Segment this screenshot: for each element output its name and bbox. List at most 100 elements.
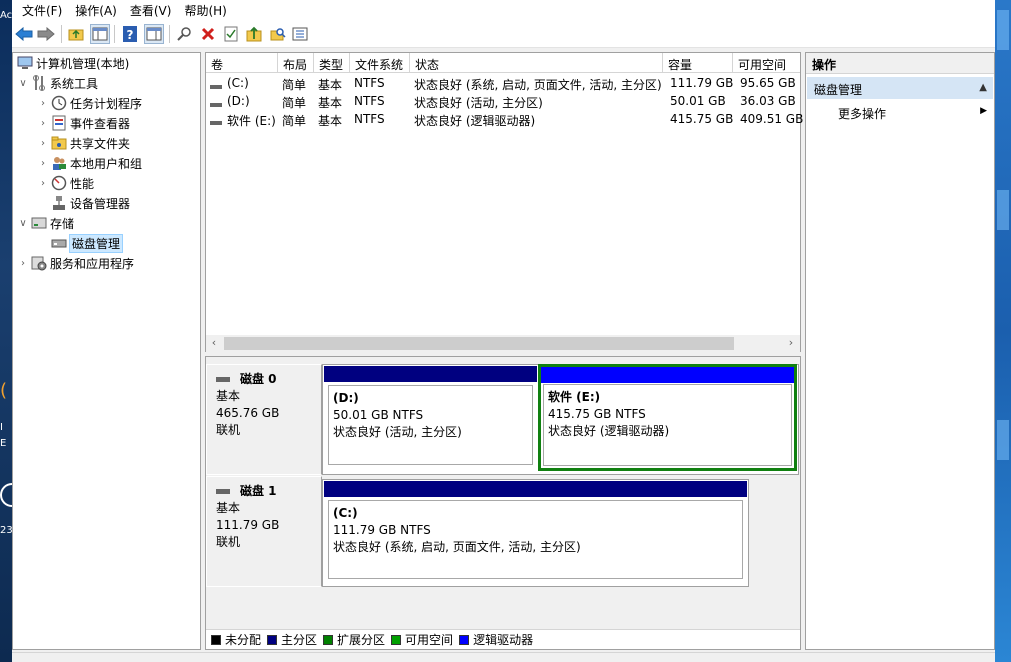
volume-capacity: 415.75 GB	[670, 112, 734, 126]
desktop-text-fragment: 23	[0, 525, 13, 536]
disk-1-label[interactable]: 磁盘 1 基本 111.79 GB 联机	[206, 476, 322, 587]
volume-layout: 简单	[282, 96, 307, 110]
list-view-icon	[292, 27, 308, 41]
forward-button[interactable]	[36, 24, 56, 44]
menu-action[interactable]: 操作(A)	[65, 0, 117, 20]
tree-item-root[interactable]: 计算机管理(本地)	[15, 53, 129, 73]
chevron-right-icon[interactable]: ›	[37, 158, 49, 169]
up-level-button[interactable]	[66, 24, 86, 44]
menu-view[interactable]: 查看(V)	[120, 0, 172, 20]
legend-swatch	[459, 634, 470, 645]
tree-item-local-users[interactable]: › 本地用户和组	[37, 153, 142, 173]
tree-label: 本地用户和组	[70, 156, 143, 171]
column-header-volume[interactable]: 卷	[206, 53, 278, 73]
disk-name: 磁盘 1	[240, 484, 277, 498]
tree-label: 性能	[70, 176, 95, 191]
volume-type: 基本	[318, 114, 343, 128]
show-hide-action-pane-button[interactable]	[144, 24, 164, 44]
partition-size: 415.75 GB NTFS	[548, 407, 646, 421]
partition-name: (C:)	[333, 506, 358, 520]
back-button[interactable]	[14, 24, 34, 44]
legend-swatch	[391, 634, 402, 645]
tree-item-disk-management[interactable]: 磁盘管理	[49, 233, 124, 253]
desktop-left-edge: Ac ( I E 23	[0, 0, 13, 662]
volume-list-header: 卷 布局 类型 文件系统 状态 容量 可用空间	[206, 53, 800, 73]
menu-help[interactable]: 帮助(H)	[174, 0, 226, 20]
properties-button[interactable]	[221, 24, 241, 44]
tree-item-services-apps[interactable]: › 服务和应用程序	[17, 253, 134, 273]
chevron-right-icon[interactable]: ›	[37, 98, 49, 109]
column-header-type[interactable]: 类型	[314, 53, 350, 73]
partition-c[interactable]: (C:) 111.79 GB NTFS 状态良好 (系统, 启动, 页面文件, …	[324, 481, 747, 583]
scroll-right-icon[interactable]: ›	[783, 336, 799, 349]
volume-type: 基本	[318, 78, 343, 92]
search-button[interactable]	[268, 24, 288, 44]
tools-icon	[31, 75, 47, 91]
export-list-button[interactable]	[290, 24, 310, 44]
column-header-capacity[interactable]: 容量	[663, 53, 733, 73]
disk-0-label[interactable]: 磁盘 0 基本 465.76 GB 联机	[206, 364, 322, 475]
tree-item-performance[interactable]: › 性能	[37, 173, 94, 193]
chevron-right-icon[interactable]: ›	[37, 118, 49, 129]
actions-section-disk-management[interactable]: 磁盘管理 ▲	[807, 77, 993, 99]
chevron-down-icon[interactable]: ∨	[17, 218, 29, 229]
horizontal-scrollbar[interactable]: ‹ ›	[206, 335, 800, 352]
tree-item-task-scheduler[interactable]: › 任务计划程序	[37, 93, 142, 113]
volume-layout: 简单	[282, 78, 307, 92]
services-icon	[31, 255, 47, 271]
column-header-status[interactable]: 状态	[410, 53, 663, 73]
more-actions-item[interactable]: 更多操作 ▶	[807, 101, 993, 123]
menu-file[interactable]: 文件(F)	[12, 0, 62, 20]
volume-icon	[210, 79, 222, 93]
column-header-filesystem[interactable]: 文件系统	[350, 53, 410, 73]
table-row[interactable]: 软件 (E:) 简单 基本 NTFS 状态良好 (逻辑驱动器) 415.75 G…	[206, 110, 803, 128]
column-header-layout[interactable]: 布局	[278, 53, 314, 73]
disk-size: 111.79 GB	[216, 518, 280, 532]
tree-item-device-manager[interactable]: 设备管理器	[49, 193, 130, 213]
magnifier-icon	[177, 27, 191, 41]
tree-item-storage[interactable]: ∨ 存储	[17, 213, 74, 233]
delete-button[interactable]	[198, 24, 218, 44]
chevron-right-icon[interactable]: ›	[37, 178, 49, 189]
tree-item-system-tools[interactable]: ∨ 系统工具	[17, 73, 98, 93]
connect-button[interactable]	[174, 24, 194, 44]
tree-item-shared-folders[interactable]: › 共享文件夹	[37, 133, 130, 153]
volume-list: 卷 布局 类型 文件系统 状态 容量 可用空间 (C:) 简单 基本 NTFS …	[205, 52, 803, 352]
scroll-left-icon[interactable]: ‹	[206, 336, 222, 349]
show-hide-tree-button[interactable]	[90, 24, 110, 44]
status-bar	[12, 652, 995, 662]
disk-type: 基本	[216, 501, 241, 515]
volume-filesystem: NTFS	[354, 112, 385, 126]
tree-label: 事件查看器	[70, 116, 131, 131]
partition-color-bar	[541, 367, 794, 383]
actions-pane: 操作 磁盘管理 ▲ 更多操作 ▶	[805, 52, 995, 650]
partition-d[interactable]: (D:) 50.01 GB NTFS 状态良好 (活动, 主分区)	[324, 366, 537, 469]
help-button[interactable]: ?	[120, 24, 140, 44]
disk-type: 基本	[216, 389, 241, 403]
legend-item: 扩展分区	[323, 631, 385, 648]
refresh-button[interactable]	[244, 24, 264, 44]
volume-status: 状态良好 (逻辑驱动器)	[414, 114, 536, 128]
legend-item: 未分配	[211, 631, 261, 648]
disk-state: 联机	[216, 535, 241, 549]
disk-graphical-view: 磁盘 0 基本 465.76 GB 联机 (D:) 50.01 GB NTFS …	[205, 356, 801, 650]
toolbar: ?	[12, 20, 995, 48]
scrollbar-thumb[interactable]	[224, 337, 734, 350]
disk-name: 磁盘 0	[240, 372, 277, 386]
collapse-up-icon[interactable]: ▲	[979, 82, 987, 93]
volume-icon	[210, 97, 222, 111]
partition-e[interactable]: 软件 (E:) 415.75 GB NTFS 状态良好 (逻辑驱动器)	[538, 364, 797, 471]
chevron-right-icon[interactable]: ›	[17, 258, 29, 269]
table-row[interactable]: (C:) 简单 基本 NTFS 状态良好 (系统, 启动, 页面文件, 活动, …	[206, 74, 800, 92]
volume-free-space: 36.03 GB	[740, 94, 796, 108]
chevron-down-icon[interactable]: ∨	[17, 78, 29, 89]
tree-label: 计算机管理(本地)	[36, 56, 130, 71]
tree-item-event-viewer[interactable]: › 事件查看器	[37, 113, 130, 133]
disk-1-partitions: (C:) 111.79 GB NTFS 状态良好 (系统, 启动, 页面文件, …	[322, 479, 749, 587]
table-row[interactable]: (D:) 简单 基本 NTFS 状态良好 (活动, 主分区) 50.01 GB …	[206, 92, 800, 110]
partition-size: 50.01 GB NTFS	[333, 408, 424, 422]
column-header-free-space[interactable]: 可用空间	[733, 53, 800, 73]
clock-icon	[51, 95, 67, 111]
chevron-right-icon[interactable]: ›	[37, 138, 49, 149]
gauge-icon	[51, 175, 67, 191]
